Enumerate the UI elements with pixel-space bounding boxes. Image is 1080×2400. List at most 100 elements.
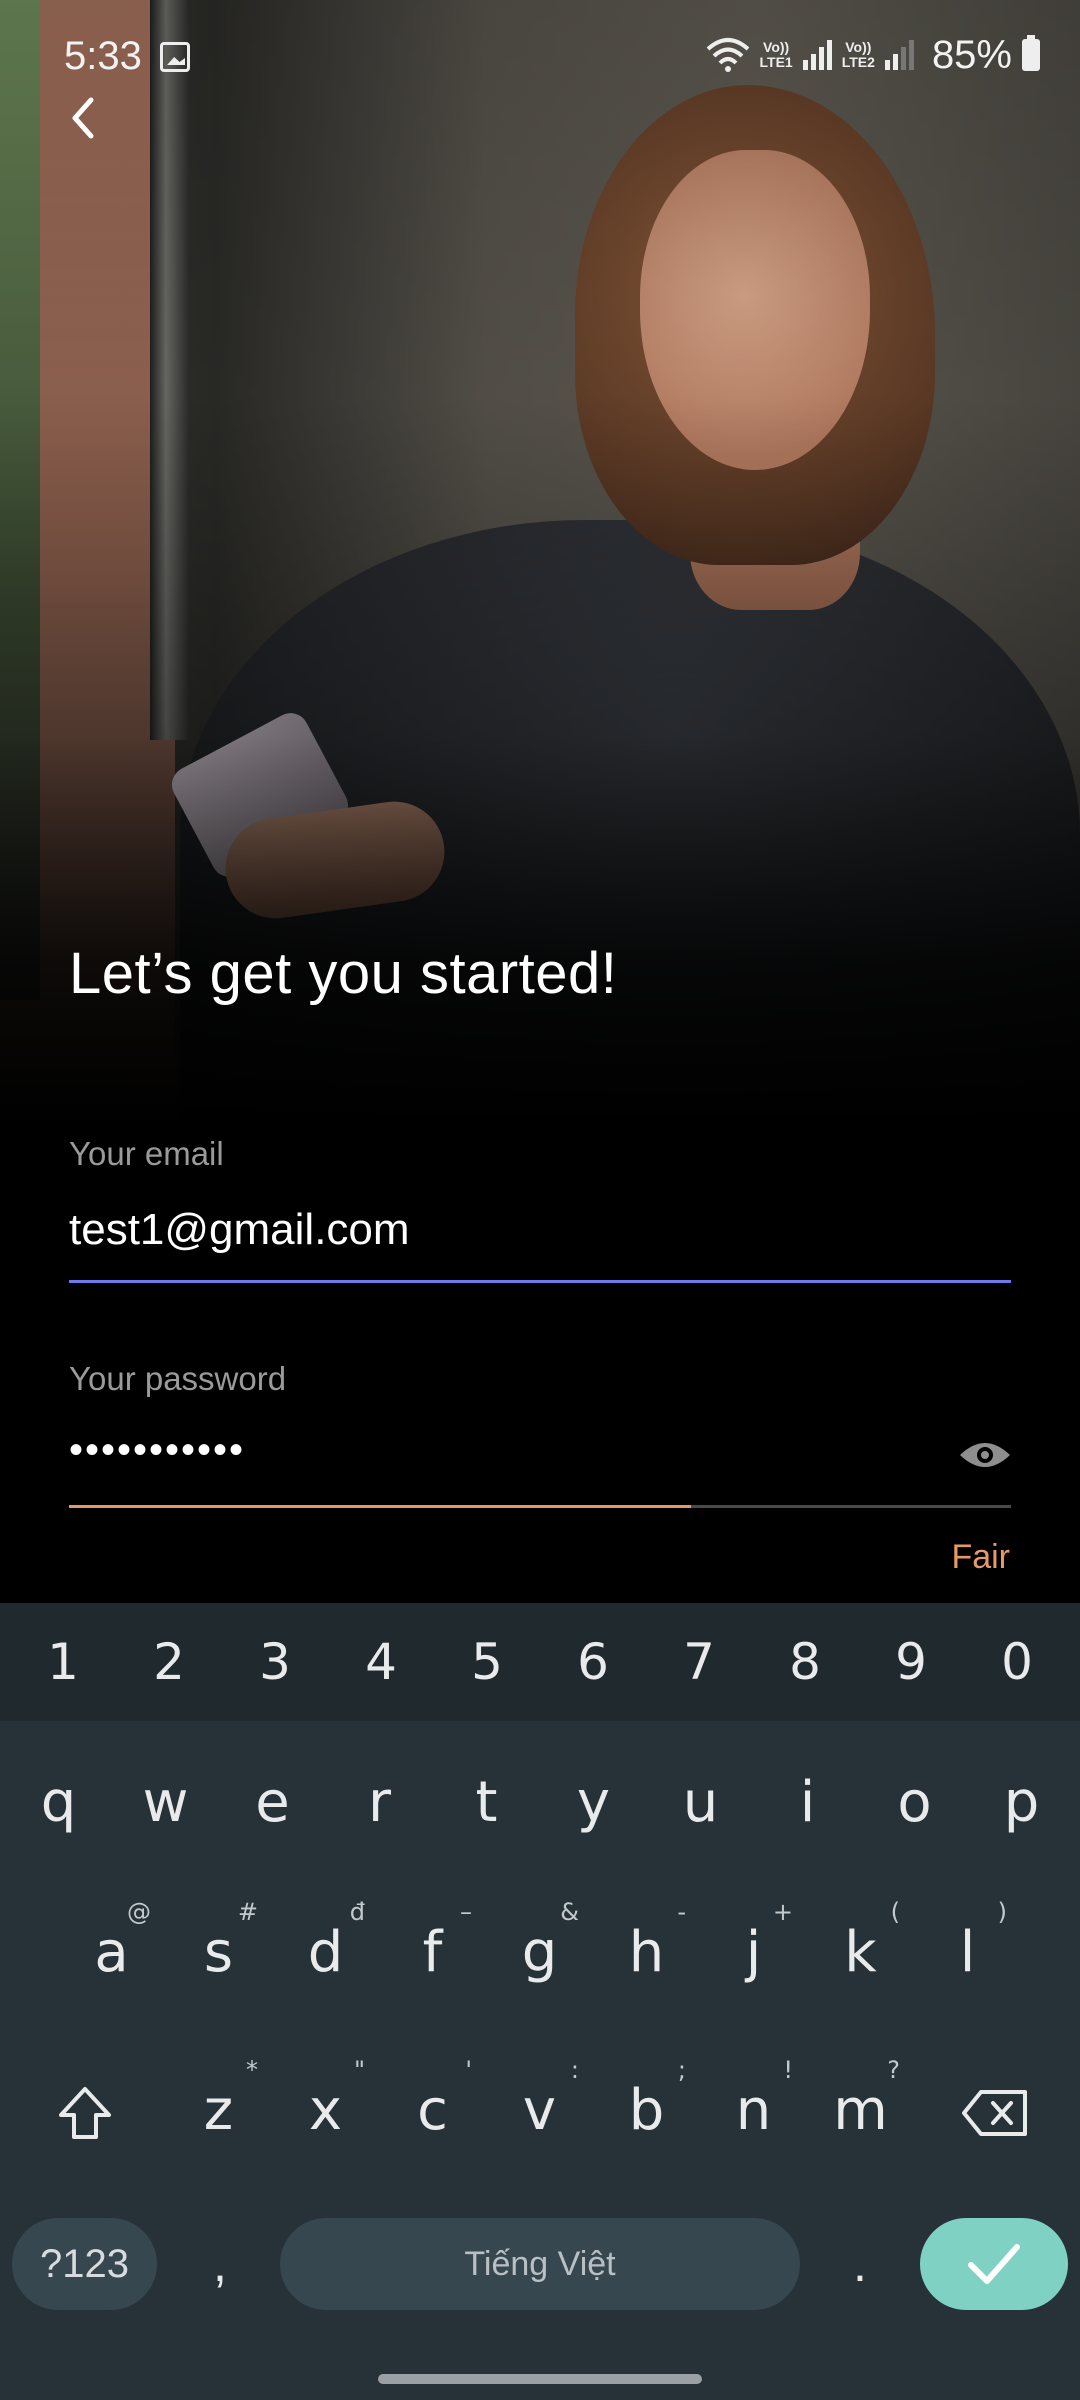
key-8[interactable]: 8 bbox=[760, 1633, 850, 1691]
password-field[interactable]: ••••••••••• bbox=[69, 1428, 245, 1473]
key-u[interactable]: u bbox=[647, 1738, 754, 1868]
navigation-handle[interactable] bbox=[378, 2374, 702, 2384]
status-bar: 5:33 Vo)) LTE1 Vo)) LTE2 85% bbox=[0, 0, 1080, 120]
key-label: u bbox=[682, 1770, 719, 1835]
keyboard-row-1: qw e r t y u i o p bbox=[5, 1738, 1075, 1868]
key-h[interactable]: h- bbox=[593, 1888, 700, 2018]
battery-percent: 85% bbox=[931, 32, 1012, 77]
status-time: 5:33 bbox=[64, 34, 142, 78]
key-k[interactable]: k( bbox=[807, 1888, 914, 2018]
key-7[interactable]: 7 bbox=[654, 1633, 744, 1691]
status-icons: Vo)) LTE1 Vo)) LTE2 85% bbox=[706, 30, 1040, 80]
key-4[interactable]: 4 bbox=[336, 1633, 426, 1691]
space-bar[interactable]: Tiếng Việt bbox=[280, 2218, 800, 2310]
key-hint: # bbox=[237, 1898, 258, 1926]
password-strength-meter bbox=[69, 1505, 1011, 1508]
key-hint: - bbox=[677, 1898, 686, 1926]
key-s[interactable]: s # bbox=[165, 1888, 272, 2018]
chevron-left-icon bbox=[72, 97, 94, 139]
key-label: a bbox=[94, 1920, 129, 1985]
page-title: Let’s get you started! bbox=[69, 941, 618, 1006]
comma-key[interactable]: , bbox=[185, 2218, 255, 2310]
key-6[interactable]: 6 bbox=[548, 1633, 638, 1691]
lte2-indicator: Vo)) LTE2 bbox=[841, 39, 875, 70]
key-j[interactable]: j + bbox=[700, 1888, 807, 2018]
key-o[interactable]: o bbox=[861, 1738, 968, 1868]
key-label: i bbox=[799, 1770, 816, 1835]
key-hint: ) bbox=[997, 1898, 1007, 1926]
key-n[interactable]: n! bbox=[700, 2046, 807, 2176]
backspace-icon bbox=[962, 2090, 1027, 2136]
on-screen-keyboard: 1234567890 qwertyuiop a @ s # d đ f – g & h - j + k(l)… bbox=[0, 1603, 1080, 2400]
key-label: p bbox=[1003, 1770, 1040, 1835]
key-2[interactable]: 2 bbox=[124, 1633, 214, 1691]
key-v[interactable]: v: bbox=[486, 2046, 593, 2176]
key-hint: " bbox=[353, 2056, 365, 2084]
key-hint: @ bbox=[127, 1898, 151, 1926]
symbols-key[interactable]: ?123 bbox=[12, 2218, 157, 2310]
key-label: l bbox=[959, 1920, 976, 1985]
key-3[interactable]: 3 bbox=[230, 1633, 320, 1691]
key-hint: * bbox=[246, 2056, 258, 2084]
key-label: k bbox=[844, 1920, 877, 1985]
key-e[interactable]: e bbox=[219, 1738, 326, 1868]
key-label: y bbox=[576, 1770, 611, 1835]
wifi-icon bbox=[706, 38, 749, 72]
key-b[interactable]: b; bbox=[593, 2046, 700, 2176]
period-key[interactable]: . bbox=[825, 2218, 895, 2310]
key-r[interactable]: r bbox=[326, 1738, 433, 1868]
password-label: Your password bbox=[69, 1360, 287, 1397]
key-hint: ( bbox=[890, 1898, 900, 1926]
shift-key[interactable] bbox=[40, 2073, 130, 2153]
key-label: z bbox=[203, 2078, 234, 2143]
key-c[interactable]: c ' bbox=[379, 2046, 486, 2176]
key-hint: đ bbox=[349, 1898, 365, 1926]
password-strength-label: Fair bbox=[951, 1538, 1010, 1576]
key-label: d bbox=[307, 1920, 344, 1985]
email-underline bbox=[69, 1280, 1011, 1283]
key-label: h bbox=[628, 1920, 665, 1985]
key-l[interactable]: l) bbox=[914, 1888, 1021, 2018]
key-g[interactable]: g & bbox=[486, 1888, 593, 2018]
signal-1-icon bbox=[802, 40, 832, 70]
key-f[interactable]: f – bbox=[379, 1888, 486, 2018]
number-row: 1234567890 bbox=[0, 1603, 1080, 1721]
key-label: j bbox=[745, 1920, 762, 1985]
key-5[interactable]: 5 bbox=[442, 1633, 532, 1691]
back-button[interactable] bbox=[52, 88, 112, 148]
backspace-key[interactable] bbox=[950, 2073, 1040, 2153]
key-m[interactable]: m? bbox=[807, 2046, 914, 2176]
key-label: b bbox=[628, 2078, 665, 2143]
email-label: Your email bbox=[69, 1135, 224, 1172]
show-password-button[interactable] bbox=[955, 1430, 1015, 1480]
key-label: w bbox=[142, 1770, 189, 1835]
key-q[interactable]: q bbox=[5, 1738, 112, 1868]
keyboard-bottom-row: ?123 , Tiếng Việt . bbox=[0, 2213, 1080, 2313]
key-x[interactable]: x " bbox=[272, 2046, 379, 2176]
password-strength-fill bbox=[69, 1505, 691, 1508]
key-hint: + bbox=[772, 1898, 793, 1926]
key-label: f bbox=[422, 1920, 443, 1985]
key-label: o bbox=[897, 1770, 932, 1835]
key-label: s bbox=[203, 1920, 234, 1985]
key-w[interactable]: w bbox=[112, 1738, 219, 1868]
key-y[interactable]: y bbox=[540, 1738, 647, 1868]
key-z[interactable]: z * bbox=[165, 2046, 272, 2176]
enter-key[interactable] bbox=[920, 2218, 1068, 2310]
key-d[interactable]: dđ bbox=[272, 1888, 379, 2018]
email-field[interactable]: test1@gmail.com bbox=[69, 1205, 410, 1255]
key-a[interactable]: a @ bbox=[58, 1888, 165, 2018]
lte1-indicator: Vo)) LTE1 bbox=[759, 39, 793, 70]
key-t[interactable]: t bbox=[433, 1738, 540, 1868]
key-9[interactable]: 9 bbox=[866, 1633, 956, 1691]
key-label: e bbox=[255, 1770, 290, 1835]
signal-2-icon bbox=[884, 40, 914, 70]
key-label: v bbox=[522, 2078, 557, 2143]
key-label: x bbox=[308, 2078, 343, 2143]
key-0[interactable]: 0 bbox=[972, 1633, 1062, 1691]
key-p[interactable]: p bbox=[968, 1738, 1075, 1868]
key-hint: – bbox=[460, 1898, 472, 1926]
key-1[interactable]: 1 bbox=[18, 1633, 108, 1691]
checkmark-icon bbox=[968, 2244, 1020, 2284]
key-i[interactable]: i bbox=[754, 1738, 861, 1868]
